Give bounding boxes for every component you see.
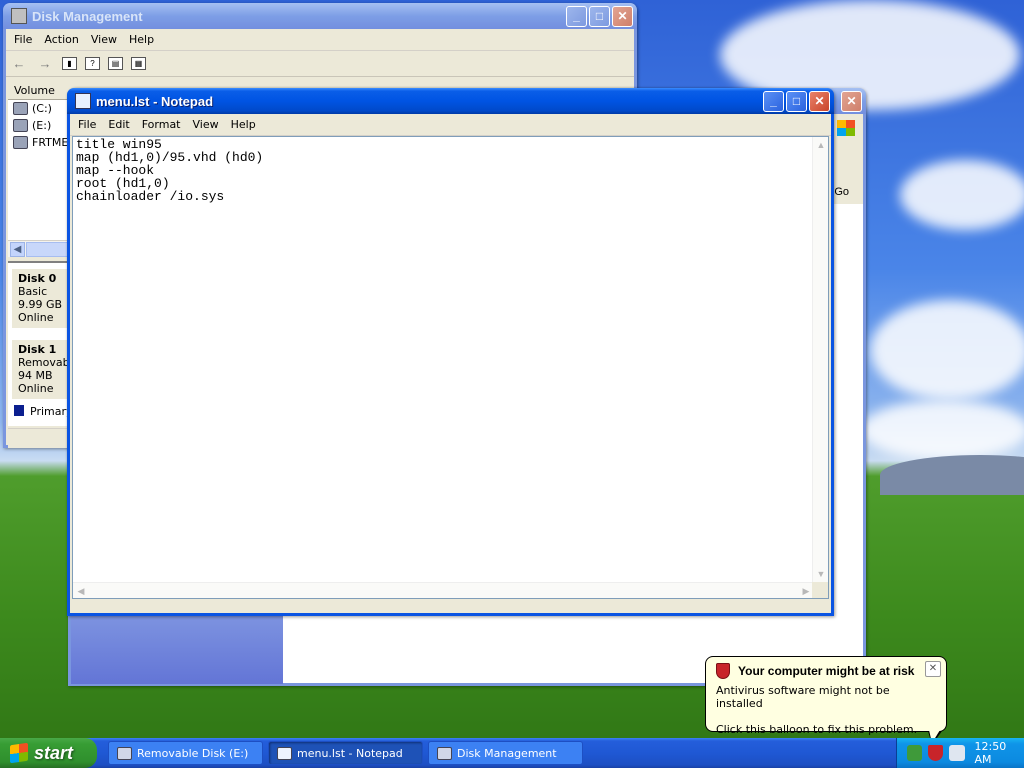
minimize-button[interactable]: _ [566, 5, 587, 27]
toolbar: ← → ▮ ? ▤ ▦ [6, 51, 634, 77]
scroll-left-arrow-icon[interactable]: ◀ [10, 242, 25, 257]
scroll-left-arrow-icon[interactable]: ◀ [74, 584, 88, 598]
security-alert-icon[interactable] [928, 745, 944, 761]
start-button[interactable]: start [0, 738, 97, 768]
scroll-right-arrow-icon[interactable]: ▶ [799, 584, 813, 598]
forward-arrow-icon[interactable]: → [36, 56, 54, 72]
windows-logo-icon [837, 120, 855, 136]
removable-drive-icon [13, 119, 28, 132]
menu-help[interactable]: Help [225, 118, 262, 131]
window-title: menu.lst - Notepad [96, 93, 214, 109]
menu-view[interactable]: View [85, 33, 123, 46]
resize-grip-icon[interactable] [812, 582, 828, 598]
go-button[interactable]: Go [834, 186, 849, 198]
cd-drive-icon [13, 136, 28, 149]
notepad-window: menu.lst - Notepad _ □ ✕ File Edit Forma… [67, 88, 834, 616]
disk-management-titlebar[interactable]: Disk Management _ □ ✕ [3, 3, 637, 29]
text-editor-area[interactable]: title win95 map (hd1,0)/95.vhd (hd0) map… [72, 136, 829, 599]
back-arrow-icon[interactable]: ← [10, 56, 28, 72]
menu-edit[interactable]: Edit [102, 118, 135, 131]
menu-help[interactable]: Help [123, 33, 160, 46]
primary-partition-swatch [14, 405, 24, 416]
network-icon[interactable] [907, 745, 923, 761]
scroll-up-arrow-icon[interactable]: ▲ [814, 138, 828, 152]
security-shield-icon [716, 663, 730, 679]
system-tray: 12:50 AM [896, 738, 1024, 768]
security-balloon[interactable]: Your computer might be at risk ✕ Antivir… [705, 656, 947, 745]
menu-file[interactable]: File [72, 118, 102, 131]
balloon-close-button[interactable]: ✕ [925, 661, 941, 677]
maximize-button[interactable]: □ [786, 90, 807, 112]
menu-action[interactable]: Action [38, 33, 84, 46]
menu-view[interactable]: View [187, 118, 225, 131]
minimize-button[interactable]: _ [763, 90, 784, 112]
help-icon[interactable]: ? [85, 57, 100, 70]
document-text[interactable]: title win95 map (hd1,0)/95.vhd (hd0) map… [76, 138, 263, 203]
task-pane [71, 616, 283, 684]
close-button[interactable]: ✕ [612, 5, 633, 27]
properties-icon[interactable]: ▤ [108, 57, 123, 70]
clock[interactable]: 12:50 AM [975, 740, 1024, 766]
notepad-icon [75, 93, 91, 109]
menu-file[interactable]: File [8, 33, 38, 46]
drive-icon [117, 746, 132, 760]
balloon-action-text: Click this balloon to fix this problem. [716, 723, 918, 736]
scroll-down-arrow-icon[interactable]: ▼ [814, 567, 828, 581]
taskbar-button-notepad[interactable]: menu.lst - Notepad [268, 741, 423, 765]
disk-management-icon [11, 8, 27, 24]
balloon-title: Your computer might be at risk [738, 664, 915, 678]
windows-flag-icon [10, 742, 28, 764]
disk-management-icon [437, 746, 452, 760]
menu-format[interactable]: Format [136, 118, 187, 131]
balloon-message: Antivirus software might not be installe… [716, 684, 890, 710]
show-hide-console-tree-icon[interactable]: ▮ [62, 57, 77, 70]
taskbar-button-removable-disk[interactable]: Removable Disk (E:) [108, 741, 263, 765]
close-button[interactable]: ✕ [841, 90, 862, 112]
taskbar: start Removable Disk (E:) menu.lst - Not… [0, 738, 1024, 768]
notepad-icon [277, 746, 292, 760]
drive-icon [13, 102, 28, 115]
window-title: Disk Management [32, 8, 143, 24]
vertical-scrollbar[interactable]: ▲ ▼ [812, 137, 828, 582]
safely-remove-hardware-icon[interactable] [949, 745, 965, 761]
notepad-titlebar[interactable]: menu.lst - Notepad _ □ ✕ [67, 88, 834, 114]
taskbar-button-disk-management[interactable]: Disk Management [428, 741, 583, 765]
close-button[interactable]: ✕ [809, 90, 830, 112]
horizontal-scrollbar[interactable]: ◀ ▶ [73, 582, 814, 598]
maximize-button[interactable]: □ [589, 5, 610, 27]
disk-settings-icon[interactable]: ▦ [131, 57, 146, 70]
menu-bar: File Edit Format View Help [70, 114, 831, 136]
menu-bar: File Action View Help [6, 29, 634, 51]
